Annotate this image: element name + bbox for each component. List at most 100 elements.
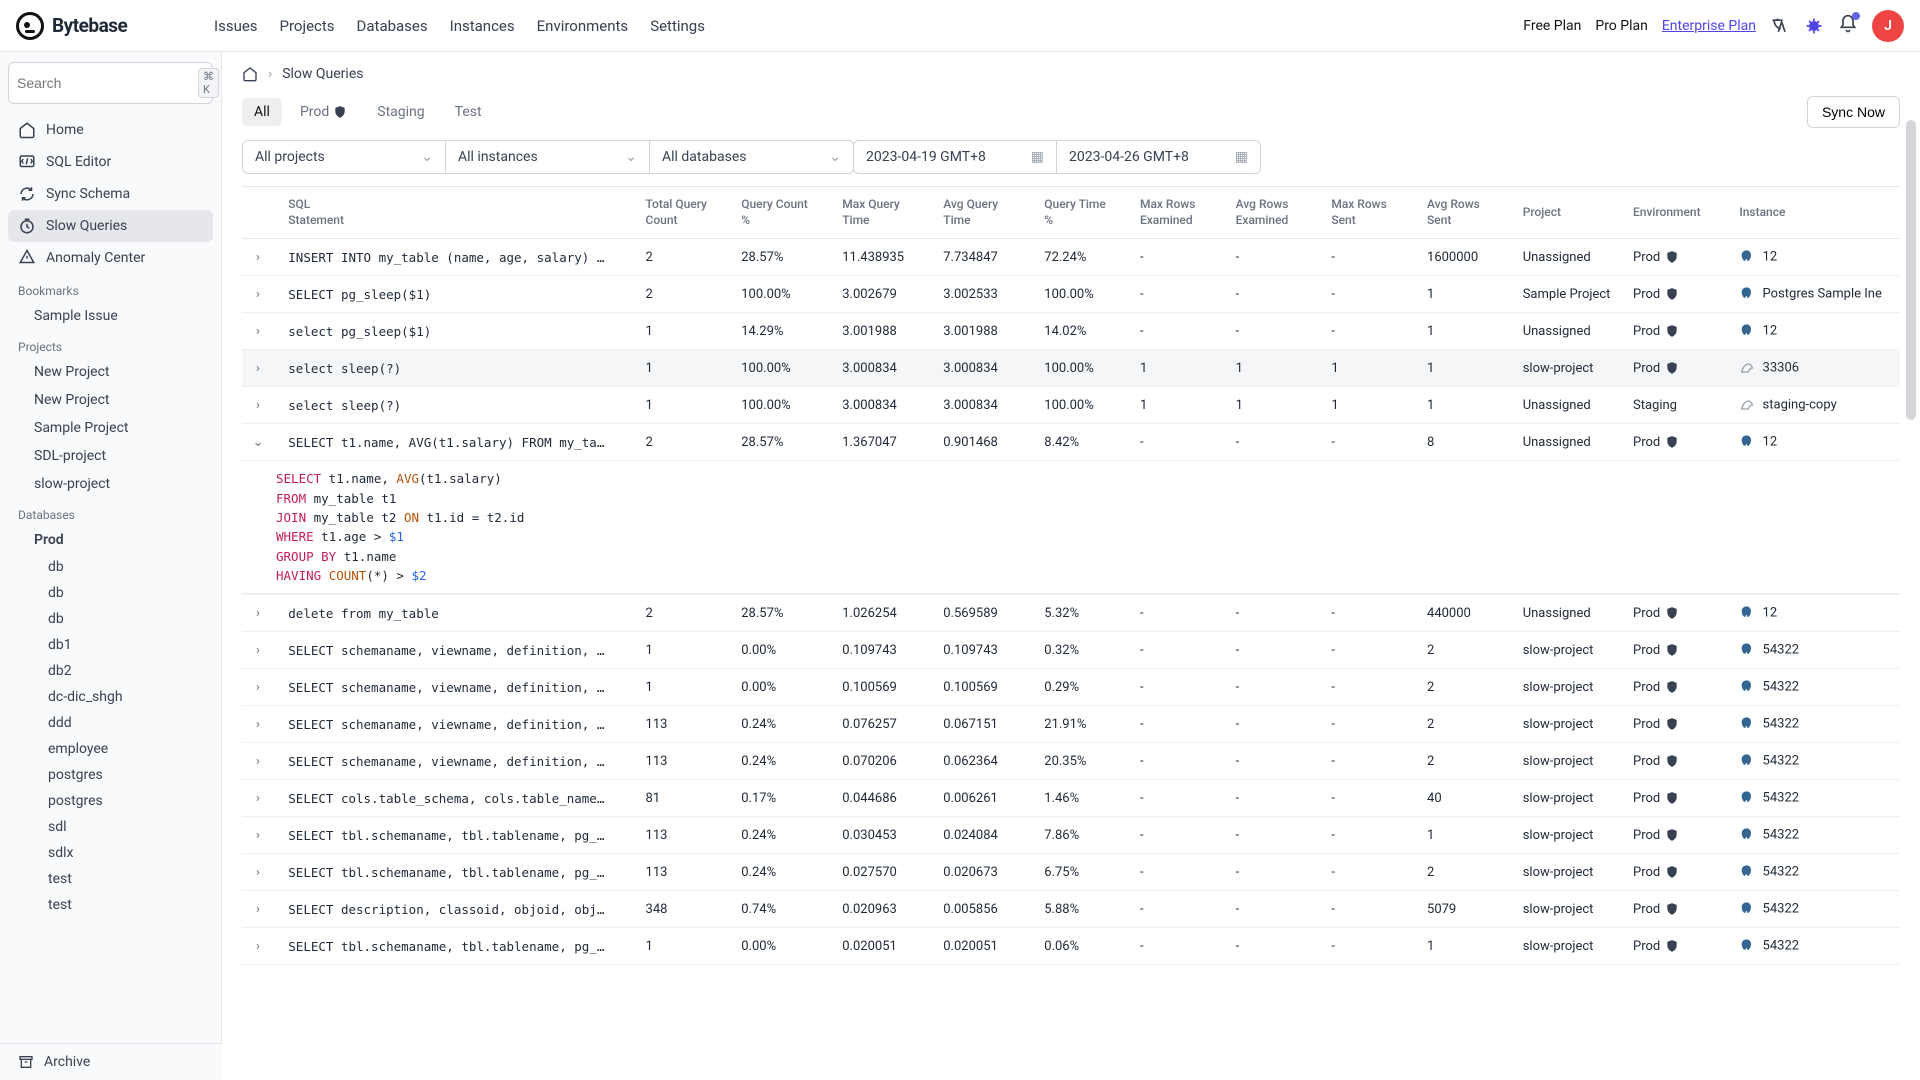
table-row[interactable]: ›select sleep(?)1100.00%3.0008343.000834…: [242, 350, 1900, 387]
table-row[interactable]: ›SELECT schemaname, viewname, definition…: [242, 632, 1900, 669]
table-row[interactable]: ›SELECT pg_sleep($1)2100.00%3.0026793.00…: [242, 276, 1900, 313]
sidebar-sub-item[interactable]: sdlx: [8, 840, 213, 866]
table-row[interactable]: ›SELECT tbl.schemaname, tbl.tablename, p…: [242, 817, 1900, 854]
home-icon[interactable]: [242, 66, 258, 82]
expand-toggle[interactable]: ›: [250, 606, 266, 621]
expand-toggle[interactable]: ›: [250, 643, 266, 658]
logo[interactable]: Bytebase: [16, 12, 214, 40]
filter-date-from[interactable]: 2023-04-19 GMT+8▦: [853, 140, 1057, 174]
scrollbar-thumb[interactable]: [1906, 120, 1916, 420]
archive-link[interactable]: Archive: [0, 1043, 222, 1080]
topnav-issues[interactable]: Issues: [214, 17, 258, 35]
col-header[interactable]: Environment: [1625, 187, 1731, 239]
sidebar-sub-item[interactable]: Sample Issue: [8, 302, 213, 330]
table-row[interactable]: ⌄SELECT t1.name, AVG(t1.salary) FROM my_…: [242, 424, 1900, 461]
bug-icon[interactable]: [1804, 16, 1824, 36]
col-header[interactable]: Query Time%: [1036, 187, 1132, 239]
language-icon[interactable]: [1770, 16, 1790, 36]
topnav-settings[interactable]: Settings: [650, 17, 705, 35]
sidebar-sub-item[interactable]: db1: [8, 632, 213, 658]
col-header[interactable]: SQLStatement: [280, 187, 637, 239]
col-header[interactable]: Query Count%: [733, 187, 834, 239]
sidebar-sub-item[interactable]: db: [8, 580, 213, 606]
sidebar-item-sql-editor[interactable]: SQL Editor: [8, 146, 213, 178]
table-row[interactable]: ›delete from my_table228.57%1.0262540.56…: [242, 595, 1900, 632]
sidebar-sub-item[interactable]: db2: [8, 658, 213, 684]
col-header[interactable]: Avg QueryTime: [935, 187, 1036, 239]
col-header[interactable]: Avg RowsExamined: [1228, 187, 1324, 239]
tab-staging[interactable]: Staging: [365, 98, 436, 126]
plan-pro[interactable]: Pro Plan: [1595, 18, 1647, 34]
sidebar-sub-item[interactable]: postgres: [8, 762, 213, 788]
table-row[interactable]: ›SELECT schemaname, viewname, definition…: [242, 706, 1900, 743]
sidebar-sub-item[interactable]: ddd: [8, 710, 213, 736]
topnav-databases[interactable]: Databases: [357, 17, 428, 35]
sidebar-db-env[interactable]: Prod: [8, 526, 213, 554]
table-row[interactable]: ›select sleep(?)1100.00%3.0008343.000834…: [242, 387, 1900, 424]
sidebar-sub-item[interactable]: New Project: [8, 358, 213, 386]
table-row[interactable]: ›select pg_sleep($1)114.29%3.0019883.001…: [242, 313, 1900, 350]
sidebar-sub-item[interactable]: db: [8, 554, 213, 580]
sidebar-sub-item[interactable]: test: [8, 892, 213, 918]
expand-toggle[interactable]: ›: [250, 250, 266, 265]
col-header[interactable]: [242, 187, 280, 239]
topnav-instances[interactable]: Instances: [450, 17, 515, 35]
expand-toggle[interactable]: ›: [250, 865, 266, 880]
table-row[interactable]: ›INSERT INTO my_table (name, age, salary…: [242, 239, 1900, 276]
sidebar-sub-item[interactable]: SDL-project: [8, 442, 213, 470]
sidebar-sub-item[interactable]: Sample Project: [8, 414, 213, 442]
search-input[interactable]: [17, 75, 198, 91]
sidebar-sub-item[interactable]: db: [8, 606, 213, 632]
col-header[interactable]: Max RowsExamined: [1132, 187, 1228, 239]
table-row[interactable]: ›SELECT tbl.schemaname, tbl.tablename, p…: [242, 928, 1900, 965]
col-header[interactable]: Avg RowsSent: [1419, 187, 1515, 239]
filter-project[interactable]: All projects⌄: [242, 140, 446, 174]
plan-enterprise[interactable]: Enterprise Plan: [1662, 18, 1756, 34]
expand-toggle[interactable]: ›: [250, 828, 266, 843]
expand-toggle[interactable]: ›: [250, 398, 266, 413]
expand-toggle[interactable]: ›: [250, 287, 266, 302]
col-header[interactable]: Instance: [1731, 187, 1900, 239]
tab-all[interactable]: All: [242, 98, 282, 126]
filter-instance[interactable]: All instances⌄: [446, 140, 650, 174]
sidebar-sub-item[interactable]: slow-project: [8, 470, 213, 498]
sidebar-sub-item[interactable]: employee: [8, 736, 213, 762]
sidebar-sub-item[interactable]: sdl: [8, 814, 213, 840]
table-row[interactable]: ›SELECT description, classoid, objoid, o…: [242, 891, 1900, 928]
sidebar-item-slow-queries[interactable]: Slow Queries: [8, 210, 213, 242]
sidebar-sub-item[interactable]: dc-dic_shgh: [8, 684, 213, 710]
sidebar-sub-item[interactable]: test: [8, 866, 213, 892]
sidebar-item-anomaly-center[interactable]: Anomaly Center: [8, 242, 213, 274]
topnav-environments[interactable]: Environments: [537, 17, 629, 35]
table-row[interactable]: ›SELECT cols.table_schema, cols.table_na…: [242, 780, 1900, 817]
col-header[interactable]: Project: [1515, 187, 1625, 239]
expand-toggle[interactable]: ›: [250, 902, 266, 917]
plan-free[interactable]: Free Plan: [1523, 18, 1581, 34]
filter-database[interactable]: All databases⌄: [650, 140, 854, 174]
sidebar-item-sync-schema[interactable]: Sync Schema: [8, 178, 213, 210]
col-header[interactable]: Max QueryTime: [834, 187, 935, 239]
expand-toggle[interactable]: ›: [250, 680, 266, 695]
expand-toggle[interactable]: ›: [250, 324, 266, 339]
table-row[interactable]: ›SELECT schemaname, viewname, definition…: [242, 669, 1900, 706]
tab-prod[interactable]: Prod: [288, 98, 359, 126]
col-header[interactable]: Total QueryCount: [638, 187, 734, 239]
expand-toggle[interactable]: ›: [250, 754, 266, 769]
topnav-projects[interactable]: Projects: [280, 17, 335, 35]
sidebar-sub-item[interactable]: postgres: [8, 788, 213, 814]
sidebar-item-home[interactable]: Home: [8, 114, 213, 146]
sidebar-sub-item[interactable]: New Project: [8, 386, 213, 414]
table-row[interactable]: ›SELECT tbl.schemaname, tbl.tablename, p…: [242, 854, 1900, 891]
expand-toggle[interactable]: ⌄: [250, 435, 266, 450]
tab-test[interactable]: Test: [443, 98, 494, 126]
sync-now-button[interactable]: Sync Now: [1807, 96, 1900, 128]
notifications-button[interactable]: [1838, 14, 1858, 38]
expand-toggle[interactable]: ›: [250, 791, 266, 806]
col-header[interactable]: Max RowsSent: [1323, 187, 1419, 239]
table-row[interactable]: ›SELECT schemaname, viewname, definition…: [242, 743, 1900, 780]
expand-toggle[interactable]: ›: [250, 939, 266, 954]
expand-toggle[interactable]: ›: [250, 717, 266, 732]
avatar[interactable]: J: [1872, 10, 1904, 42]
filter-date-to[interactable]: 2023-04-26 GMT+8▦: [1057, 140, 1261, 174]
search-box[interactable]: ⌘ K: [8, 62, 213, 104]
